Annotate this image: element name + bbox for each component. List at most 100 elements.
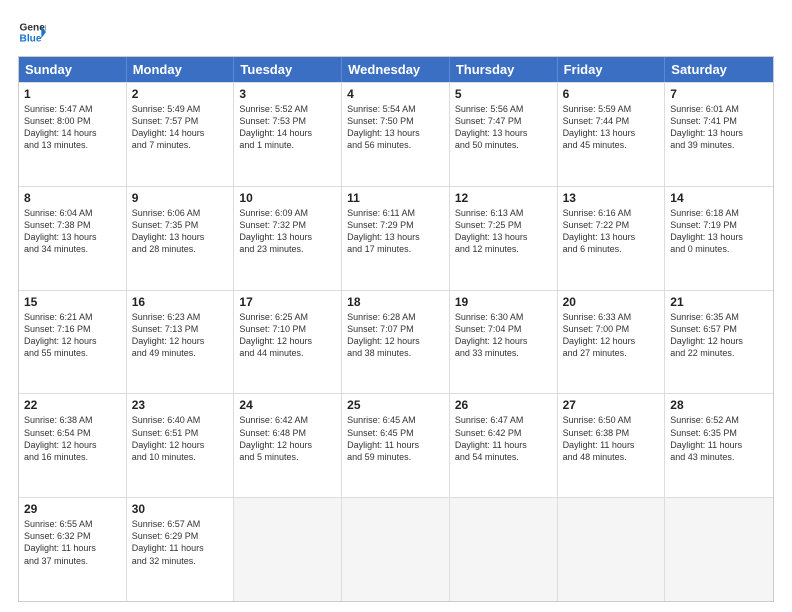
calendar-cell: 19 Sunrise: 6:30 AMSunset: 7:04 PMDayligh… bbox=[450, 291, 558, 394]
calendar-cell: 28 Sunrise: 6:52 AMSunset: 6:35 PMDayligh… bbox=[665, 394, 773, 497]
calendar-cell: 29Sunrise: 6:55 AMSunset: 6:32 PMDayligh… bbox=[19, 498, 127, 601]
calendar-cell: 9Sunrise: 6:06 AMSunset: 7:35 PMDaylight… bbox=[127, 187, 235, 290]
cell-details: Sunrise: 6:42 AMSunset: 6:48 PMDaylight:… bbox=[239, 414, 336, 463]
cell-details: Sunrise: 6:45 AMSunset: 6:45 PMDaylight:… bbox=[347, 414, 444, 463]
header-day-wednesday: Wednesday bbox=[342, 57, 450, 82]
cell-details: Sunrise: 5:54 AMSunset: 7:50 PMDaylight:… bbox=[347, 103, 444, 152]
cell-details: Sunrise: 6:40 AMSunset: 6:51 PMDaylight:… bbox=[132, 414, 229, 463]
calendar-cell: 30 Sunrise: 6:57 AMSunset: 6:29 PMDayligh… bbox=[127, 498, 235, 601]
day-number: 24 bbox=[239, 398, 336, 412]
cell-details: Sunrise: 6:35 AMSunset: 6:57 PMDaylight:… bbox=[670, 311, 768, 360]
calendar-cell: 11Sunrise: 6:11 AMSunset: 7:29 PMDayligh… bbox=[342, 187, 450, 290]
day-number: 17 bbox=[239, 295, 336, 309]
day-number: 14 bbox=[670, 191, 768, 205]
header-day-tuesday: Tuesday bbox=[234, 57, 342, 82]
cell-details: Sunrise: 6:01 AMSunset: 7:41 PMDaylight:… bbox=[670, 103, 768, 152]
day-number: 25 bbox=[347, 398, 444, 412]
day-number: 5 bbox=[455, 87, 552, 101]
cell-details: Sunrise: 6:38 AMSunset: 6:54 PMDaylight:… bbox=[24, 414, 121, 463]
cell-details: Sunrise: 5:59 AMSunset: 7:44 PMDaylight:… bbox=[563, 103, 660, 152]
cell-details: Sunrise: 6:33 AMSunset: 7:00 PMDaylight:… bbox=[563, 311, 660, 360]
calendar-cell: 22 Sunrise: 6:38 AMSunset: 6:54 PMDayligh… bbox=[19, 394, 127, 497]
cell-details: Sunrise: 5:49 AMSunset: 7:57 PMDaylight:… bbox=[132, 103, 229, 152]
calendar-header: SundayMondayTuesdayWednesdayThursdayFrid… bbox=[19, 57, 773, 82]
calendar-cell: 26 Sunrise: 6:47 AMSunset: 6:42 PMDayligh… bbox=[450, 394, 558, 497]
calendar-cell: 25 Sunrise: 6:45 AMSunset: 6:45 PMDayligh… bbox=[342, 394, 450, 497]
day-number: 3 bbox=[239, 87, 336, 101]
calendar-cell: 13Sunrise: 6:16 AMSunset: 7:22 PMDayligh… bbox=[558, 187, 666, 290]
cell-details: Sunrise: 6:23 AMSunset: 7:13 PMDaylight:… bbox=[132, 311, 229, 360]
calendar-cell: 1Sunrise: 5:47 AMSunset: 8:00 PMDaylight… bbox=[19, 83, 127, 186]
header-day-friday: Friday bbox=[558, 57, 666, 82]
day-number: 28 bbox=[670, 398, 768, 412]
day-number: 22 bbox=[24, 398, 121, 412]
calendar-cell: 8 Sunrise: 6:04 AMSunset: 7:38 PMDaylight… bbox=[19, 187, 127, 290]
day-number: 15 bbox=[24, 295, 121, 309]
calendar-cell: 24 Sunrise: 6:42 AMSunset: 6:48 PMDayligh… bbox=[234, 394, 342, 497]
calendar-cell bbox=[234, 498, 342, 601]
calendar: SundayMondayTuesdayWednesdayThursdayFrid… bbox=[18, 56, 774, 602]
day-number: 27 bbox=[563, 398, 660, 412]
calendar-cell bbox=[558, 498, 666, 601]
calendar-cell: 2 Sunrise: 5:49 AMSunset: 7:57 PMDaylight… bbox=[127, 83, 235, 186]
day-number: 30 bbox=[132, 502, 229, 516]
calendar-cell: 12 Sunrise: 6:13 AMSunset: 7:25 PMDayligh… bbox=[450, 187, 558, 290]
calendar-cell: 4Sunrise: 5:54 AMSunset: 7:50 PMDaylight… bbox=[342, 83, 450, 186]
cell-details: Sunrise: 6:25 AMSunset: 7:10 PMDaylight:… bbox=[239, 311, 336, 360]
calendar-cell: 5 Sunrise: 5:56 AMSunset: 7:47 PMDaylight… bbox=[450, 83, 558, 186]
header: General Blue bbox=[18, 18, 774, 46]
cell-details: Sunrise: 6:21 AMSunset: 7:16 PMDaylight:… bbox=[24, 311, 121, 360]
cell-details: Sunrise: 6:04 AMSunset: 7:38 PMDaylight:… bbox=[24, 207, 121, 256]
header-day-thursday: Thursday bbox=[450, 57, 558, 82]
day-number: 2 bbox=[132, 87, 229, 101]
logo-icon: General Blue bbox=[18, 18, 46, 46]
cell-details: Sunrise: 6:18 AMSunset: 7:19 PMDaylight:… bbox=[670, 207, 768, 256]
cell-details: Sunrise: 6:30 AMSunset: 7:04 PMDaylight:… bbox=[455, 311, 552, 360]
page: General Blue SundayMondayTuesdayWednesda… bbox=[0, 0, 792, 612]
calendar-cell: 17 Sunrise: 6:25 AMSunset: 7:10 PMDayligh… bbox=[234, 291, 342, 394]
day-number: 18 bbox=[347, 295, 444, 309]
cell-details: Sunrise: 5:52 AMSunset: 7:53 PMDaylight:… bbox=[239, 103, 336, 152]
day-number: 13 bbox=[563, 191, 660, 205]
cell-details: Sunrise: 5:47 AMSunset: 8:00 PMDaylight:… bbox=[24, 103, 121, 152]
calendar-cell: 14 Sunrise: 6:18 AMSunset: 7:19 PMDayligh… bbox=[665, 187, 773, 290]
calendar-row-1: 1Sunrise: 5:47 AMSunset: 8:00 PMDaylight… bbox=[19, 82, 773, 186]
cell-details: Sunrise: 6:11 AMSunset: 7:29 PMDaylight:… bbox=[347, 207, 444, 256]
cell-details: Sunrise: 6:09 AMSunset: 7:32 PMDaylight:… bbox=[239, 207, 336, 256]
cell-details: Sunrise: 6:50 AMSunset: 6:38 PMDaylight:… bbox=[563, 414, 660, 463]
svg-text:Blue: Blue bbox=[20, 33, 42, 44]
day-number: 26 bbox=[455, 398, 552, 412]
day-number: 7 bbox=[670, 87, 768, 101]
day-number: 19 bbox=[455, 295, 552, 309]
calendar-cell: 21 Sunrise: 6:35 AMSunset: 6:57 PMDayligh… bbox=[665, 291, 773, 394]
calendar-cell: 6Sunrise: 5:59 AMSunset: 7:44 PMDaylight… bbox=[558, 83, 666, 186]
cell-details: Sunrise: 5:56 AMSunset: 7:47 PMDaylight:… bbox=[455, 103, 552, 152]
calendar-cell: 7 Sunrise: 6:01 AMSunset: 7:41 PMDaylight… bbox=[665, 83, 773, 186]
calendar-cell: 15 Sunrise: 6:21 AMSunset: 7:16 PMDayligh… bbox=[19, 291, 127, 394]
logo: General Blue bbox=[18, 18, 46, 46]
calendar-cell: 3 Sunrise: 5:52 AMSunset: 7:53 PMDaylight… bbox=[234, 83, 342, 186]
calendar-body: 1Sunrise: 5:47 AMSunset: 8:00 PMDaylight… bbox=[19, 82, 773, 601]
calendar-row-2: 8 Sunrise: 6:04 AMSunset: 7:38 PMDaylight… bbox=[19, 186, 773, 290]
cell-details: Sunrise: 6:47 AMSunset: 6:42 PMDaylight:… bbox=[455, 414, 552, 463]
cell-details: Sunrise: 6:13 AMSunset: 7:25 PMDaylight:… bbox=[455, 207, 552, 256]
calendar-row-5: 29Sunrise: 6:55 AMSunset: 6:32 PMDayligh… bbox=[19, 497, 773, 601]
cell-details: Sunrise: 6:52 AMSunset: 6:35 PMDaylight:… bbox=[670, 414, 768, 463]
calendar-cell bbox=[450, 498, 558, 601]
day-number: 16 bbox=[132, 295, 229, 309]
calendar-cell bbox=[665, 498, 773, 601]
header-day-sunday: Sunday bbox=[19, 57, 127, 82]
day-number: 21 bbox=[670, 295, 768, 309]
header-day-saturday: Saturday bbox=[665, 57, 773, 82]
cell-details: Sunrise: 6:28 AMSunset: 7:07 PMDaylight:… bbox=[347, 311, 444, 360]
calendar-cell: 16 Sunrise: 6:23 AMSunset: 7:13 PMDayligh… bbox=[127, 291, 235, 394]
day-number: 12 bbox=[455, 191, 552, 205]
calendar-row-3: 15 Sunrise: 6:21 AMSunset: 7:16 PMDayligh… bbox=[19, 290, 773, 394]
day-number: 10 bbox=[239, 191, 336, 205]
day-number: 9 bbox=[132, 191, 229, 205]
day-number: 8 bbox=[24, 191, 121, 205]
day-number: 23 bbox=[132, 398, 229, 412]
cell-details: Sunrise: 6:57 AMSunset: 6:29 PMDaylight:… bbox=[132, 518, 229, 567]
calendar-row-4: 22 Sunrise: 6:38 AMSunset: 6:54 PMDayligh… bbox=[19, 393, 773, 497]
calendar-cell: 18 Sunrise: 6:28 AMSunset: 7:07 PMDayligh… bbox=[342, 291, 450, 394]
